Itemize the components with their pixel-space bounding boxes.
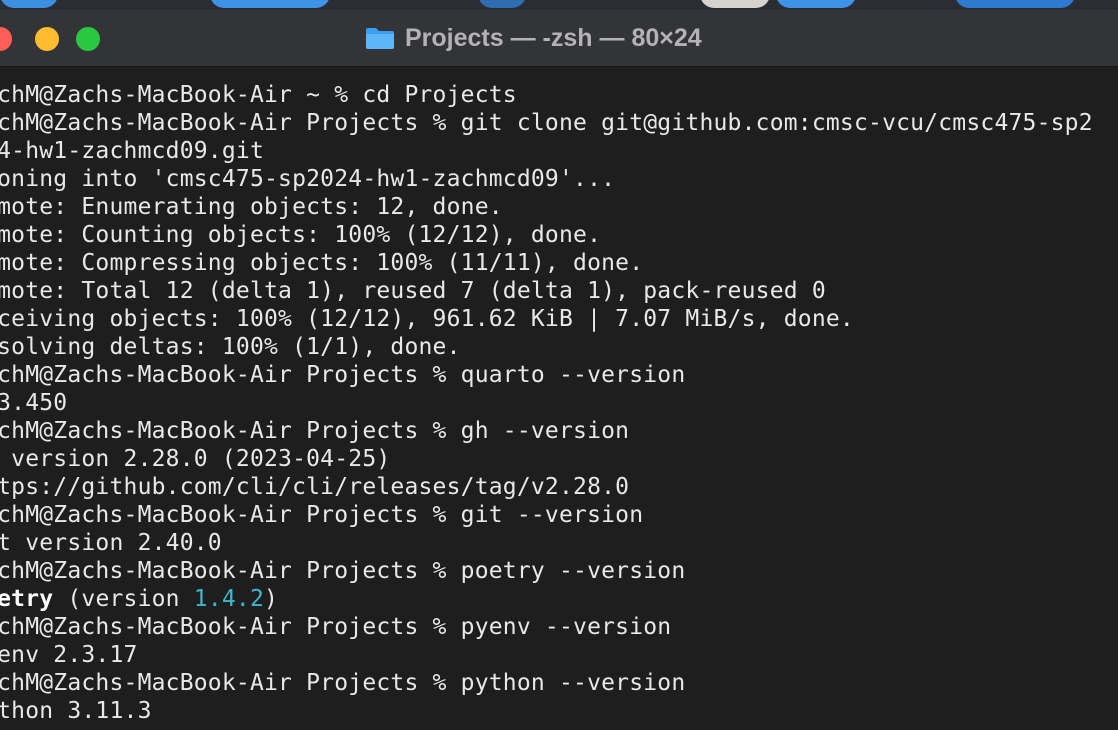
terminal-line: ZachM@Zachs-MacBook-Air Projects % pytho… (0, 670, 686, 696)
terminal-line: ZachM@Zachs-MacBook-Air Projects % git -… (0, 502, 644, 528)
terminal-line: Python 3.11.3 (0, 698, 152, 721)
terminal-line: remote: Enumerating objects: 12, done. (0, 194, 503, 220)
terminal-line: gh version 2.28.0 (2023-04-25) (0, 446, 391, 472)
terminal-line: Receiving objects: 100% (12/12), 961.62 … (0, 306, 854, 332)
desktop-icon (0, 0, 58, 8)
terminal-line: ZachM@Zachs-MacBook-Air ~ % cd Projects (0, 82, 517, 108)
terminal-window: Projects — -zsh — 80×24 ZachM@Zachs-MacB… (0, 10, 1118, 730)
desktop-icon (210, 0, 330, 8)
desktop-icon (478, 0, 526, 8)
terminal-line: remote: Total 12 (delta 1), reused 7 (de… (0, 278, 826, 304)
terminal-line: ZachM@Zachs-MacBook-Air Projects % quart… (0, 362, 686, 388)
title-bar[interactable]: Projects — -zsh — 80×24 (0, 10, 1118, 67)
terminal-line: pyenv 2.3.17 (0, 642, 138, 668)
zoom-button[interactable] (76, 27, 100, 51)
terminal-line: Cloning into 'cmsc475-sp2024-hw1-zachmcd… (0, 166, 616, 192)
poetry-version-suffix: ) (264, 586, 279, 612)
poetry-version-prefix: (version (53, 586, 194, 612)
desktop-icon (700, 0, 770, 8)
desktop-icon (955, 0, 1075, 8)
terminal-line: ZachM@Zachs-MacBook-Air Projects % git c… (0, 110, 1093, 136)
desktop-icon (776, 0, 856, 8)
terminal-line: ZachM@Zachs-MacBook-Air Projects % pyenv… (0, 614, 672, 640)
window-title-group: Projects — -zsh — 80×24 (365, 22, 702, 54)
desktop-background (0, 0, 1118, 10)
terminal-line: remote: Counting objects: 100% (12/12), … (0, 222, 602, 248)
terminal-line: 1.3.450 (0, 390, 68, 416)
terminal-line: Resolving deltas: 100% (1/1), done. (0, 334, 461, 360)
window-title: Projects — -zsh — 80×24 (405, 23, 702, 52)
close-button[interactable] (0, 27, 12, 51)
terminal-line: ZachM@Zachs-MacBook-Air Projects % gh --… (0, 418, 630, 444)
poetry-version-line: Poetry (version 1.4.2) (0, 585, 1093, 613)
poetry-version-number: 1.4.2 (193, 586, 265, 612)
terminal-line: 024-hw1-zachmcd09.git (0, 138, 264, 164)
folder-icon (365, 26, 395, 50)
poetry-name: Poetry (0, 586, 54, 612)
terminal-line: https://github.com/cli/cli/releases/tag/… (0, 474, 630, 500)
terminal-line: git version 2.40.0 (0, 530, 222, 556)
terminal-line: ZachM@Zachs-MacBook-Air Projects % poetr… (0, 558, 686, 584)
terminal-line: remote: Compressing objects: 100% (11/11… (0, 250, 644, 276)
minimize-button[interactable] (35, 27, 59, 51)
terminal-output[interactable]: ZachM@Zachs-MacBook-Air ~ % cd Projects … (0, 81, 1093, 721)
